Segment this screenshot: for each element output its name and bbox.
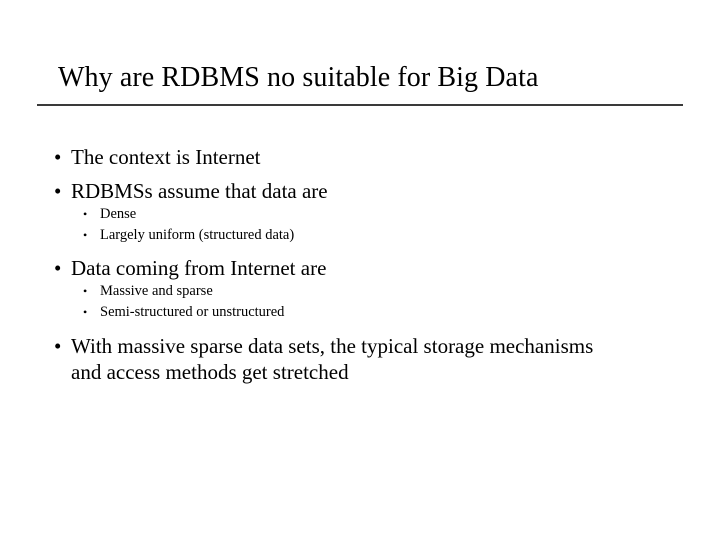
- sub-list-item: • Largely uniform (structured data): [37, 225, 620, 246]
- list-item-label: RDBMSs assume that data are: [71, 179, 328, 203]
- bullet-dot-icon: •: [54, 145, 62, 169]
- list-item: • The context is Internet: [37, 144, 596, 170]
- bullet-dot-icon: •: [54, 256, 62, 280]
- list-item-label: With massive sparse data sets, the typic…: [71, 334, 594, 384]
- list-item: • RDBMSs assume that data are: [37, 178, 596, 204]
- list-item: • With massive sparse data sets, the typ…: [37, 333, 596, 385]
- slide-title-block: Why are RDBMS no suitable for Big Data: [37, 58, 683, 102]
- sub-bullet-dot-icon: •: [83, 207, 88, 221]
- sub-list-item: • Semi-structured or unstructured: [37, 302, 620, 323]
- sub-bullet-dot-icon: •: [83, 228, 88, 242]
- bullet-dot-icon: •: [54, 179, 62, 203]
- sub-list-item-label: Dense: [100, 206, 137, 222]
- page-title: Why are RDBMS no suitable for Big Data: [58, 62, 539, 93]
- list-item-label: Data coming from Internet are: [71, 256, 327, 280]
- sub-list-item-label: Massive and sparse: [100, 283, 213, 299]
- slide-body: • The context is Internet • RDBMSs assum…: [37, 144, 687, 390]
- sub-list-item: • Massive and sparse: [37, 281, 620, 302]
- title-divider: [37, 104, 683, 106]
- list-item: • Data coming from Internet are: [37, 255, 596, 281]
- sub-list-item: • Dense: [37, 204, 620, 225]
- sub-list-item-label: Largely uniform (structured data): [100, 227, 295, 243]
- slide-canvas: Why are RDBMS no suitable for Big Data •…: [0, 0, 720, 540]
- list-item-label: The context is Internet: [71, 145, 261, 169]
- sub-bullet-dot-icon: •: [83, 305, 88, 319]
- sub-list-item-label: Semi-structured or unstructured: [100, 304, 285, 320]
- sub-bullet-dot-icon: •: [83, 284, 88, 298]
- bullet-dot-icon: •: [54, 334, 62, 358]
